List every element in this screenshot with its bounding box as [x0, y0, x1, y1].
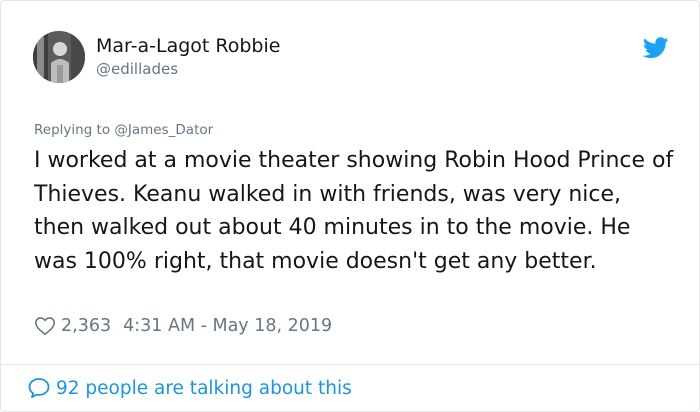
tweet-text: I worked at a movie theater showing Robi…: [34, 148, 674, 274]
twitter-bird-icon[interactable]: [643, 37, 669, 59]
like-count[interactable]: 2,363: [61, 316, 111, 336]
heart-icon[interactable]: [34, 315, 56, 337]
tweet-timestamp[interactable]: 4:31 AM - May 18, 2019: [123, 316, 332, 336]
divider: [1, 364, 699, 365]
user-avatar[interactable]: [33, 31, 85, 83]
conversation-label[interactable]: 92 people are talking about this: [56, 378, 352, 399]
avatar-image: [33, 31, 85, 83]
reply-mention-link[interactable]: @James_Dator: [114, 122, 213, 138]
display-name[interactable]: Mar-a-Lagot Robbie: [96, 35, 280, 57]
tweet-card: Mar-a-Lagot Robbie @edillades Replying t…: [0, 0, 700, 412]
tweet-meta: 2,363 4:31 AM - May 18, 2019: [34, 313, 332, 339]
replying-to: Replying to @James_Dator: [34, 122, 213, 138]
conversation-link[interactable]: 92 people are talking about this: [27, 375, 352, 401]
replying-prefix: Replying to: [34, 122, 111, 138]
speech-bubble-icon: [28, 378, 50, 399]
user-handle[interactable]: @edillades: [96, 60, 178, 78]
